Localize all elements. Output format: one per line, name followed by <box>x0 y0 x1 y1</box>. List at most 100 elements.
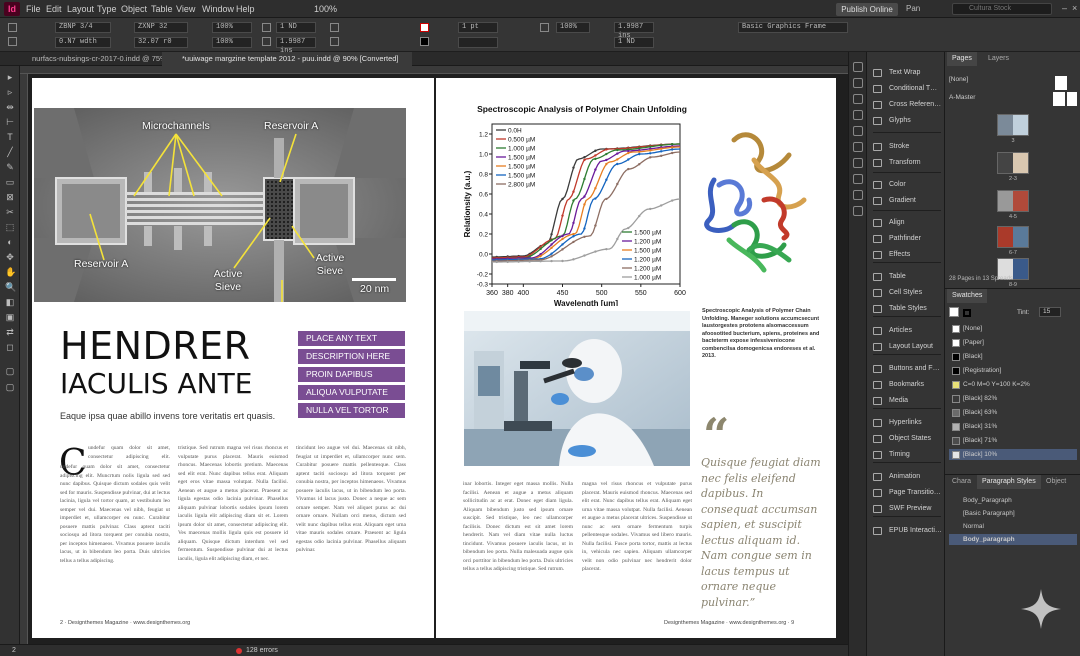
tab-object-styles[interactable]: Object <box>1041 475 1071 489</box>
stroke-weight-field[interactable]: 1 pt <box>458 22 498 33</box>
rotate-icon[interactable] <box>262 23 271 32</box>
dock-button-icon[interactable] <box>853 174 863 184</box>
direct-selection-tool-icon[interactable]: ▹ <box>5 87 15 97</box>
headline-line-2[interactable]: IACULIS ANTE <box>60 368 252 400</box>
paragraph-style-row[interactable]: [Basic Paragraph] <box>949 508 1077 519</box>
panel-gradient[interactable]: Gradient <box>873 194 945 208</box>
panel-hyperlinks[interactable]: Hyperlinks <box>873 416 945 430</box>
swatch-row[interactable]: [Black] 10% <box>949 449 1077 460</box>
screen-mode-icon[interactable]: ▢ <box>5 382 15 392</box>
publish-online-button[interactable]: Publish Online <box>836 3 898 16</box>
paragraph-style-row[interactable]: Body_Paragraph <box>949 495 1077 506</box>
panel-transform[interactable]: Transform <box>873 156 945 170</box>
panel-pathfinder[interactable]: Pathfinder <box>873 232 945 246</box>
paragraph-style-row[interactable]: Body_paragraph <box>949 534 1077 545</box>
panel-table-styles[interactable]: Table Styles <box>873 302 945 316</box>
right-body-column-1[interactable]: inar lobortis. Integer eget massa mollis… <box>463 480 573 598</box>
page-number-field[interactable]: 2 <box>12 647 16 654</box>
panel-articles[interactable]: Articles <box>873 324 945 338</box>
sem-micrograph-image[interactable]: Microchannels Reservoir A Reservoir A Ac… <box>34 108 406 302</box>
menu-layout[interactable]: Layout <box>67 4 94 14</box>
fill-box-icon[interactable] <box>949 307 959 317</box>
body-column-2[interactable]: tristique. Sed rutrum magna vel risus rh… <box>178 444 288 595</box>
swatch-row[interactable]: [Black] 82% <box>949 393 1077 404</box>
panel-color[interactable]: Color <box>873 178 945 192</box>
purple-label-bar[interactable]: NULLA VEL TORTOR <box>298 403 405 418</box>
menu-table[interactable]: Table <box>151 4 173 14</box>
body-column-1-top[interactable]: undefur quam dolor sit amet, consectetur… <box>88 444 170 462</box>
tab-document-2[interactable]: *uuiwage margzine template 2012 - puu.in… <box>162 52 412 66</box>
dock-button-icon[interactable] <box>853 62 863 72</box>
tab-pages[interactable]: Pages <box>947 52 977 66</box>
page-tool-icon[interactable]: ⊢ <box>5 117 15 127</box>
flip-horizontal-icon[interactable] <box>330 23 339 32</box>
menu-edit[interactable]: Edit <box>46 4 62 14</box>
panel-object-states[interactable]: Object States <box>873 432 945 446</box>
panel-bookmarks[interactable]: Bookmarks <box>873 378 945 392</box>
paragraph-style-row[interactable]: Normal <box>949 521 1077 532</box>
spacing2-field[interactable]: 1 ND <box>614 37 654 48</box>
swatch-row[interactable]: [Paper] <box>949 337 1077 348</box>
panel-swf-preview[interactable]: SWF Preview <box>873 502 945 516</box>
dock-button-icon[interactable] <box>853 110 863 120</box>
body-column-1[interactable]: undefur quam dolor sit amet, consectetur… <box>60 463 170 595</box>
swatch-row[interactable]: C=0 M=0 Y=100 K=2% <box>949 379 1077 390</box>
spacing-field[interactable]: 1.9987 ins <box>614 22 654 40</box>
subheadline[interactable]: Eaque ipsa quae abillo invens tore verit… <box>60 411 275 421</box>
x-position-field[interactable]: ZBNP 3/4 <box>55 22 111 33</box>
width-field[interactable]: ZXNP 32 <box>134 22 188 33</box>
menu-window[interactable]: Window <box>202 4 234 14</box>
flip-vertical-icon[interactable] <box>330 37 339 46</box>
spectroscopy-chart[interactable]: Spectroscopic Analysis of Polymer Chain … <box>462 104 702 306</box>
fx-icon[interactable] <box>540 23 549 32</box>
panel-timing[interactable]: Timing <box>873 448 945 462</box>
preflight-status[interactable]: 128 errors <box>246 647 278 654</box>
dock-button-icon[interactable] <box>853 142 863 152</box>
purple-label-bar[interactable]: DESCRIPTION HERE <box>298 349 405 364</box>
dock-button-icon[interactable] <box>853 126 863 136</box>
menu-object[interactable]: Object <box>121 4 147 14</box>
line-tool-icon[interactable]: ╱ <box>5 147 15 157</box>
dock-button-icon[interactable] <box>853 206 863 216</box>
rectangle-tool-icon[interactable]: ✂ <box>5 207 15 217</box>
menu-view[interactable]: View <box>176 4 195 14</box>
shear-field[interactable]: 1.9987 ins <box>276 37 316 55</box>
stroke-swatch-icon[interactable] <box>420 37 429 46</box>
purple-label-bar[interactable]: ALIQUA VULPUTATE <box>298 385 405 400</box>
preflight-error-icon[interactable] <box>236 648 242 654</box>
panel-buttons[interactable]: Buttons and F… <box>873 362 945 376</box>
swatch-row[interactable]: [Black] 71% <box>949 435 1077 446</box>
tab-layers[interactable]: Layers <box>983 52 1014 66</box>
tint-field[interactable]: 15 <box>1039 307 1061 317</box>
opacity-field[interactable]: 100% <box>556 22 590 33</box>
page-spread-thumbnail[interactable] <box>997 152 1029 174</box>
tab-document-1[interactable]: nurfacs-nubsings-cr-2017-0.indd @ 75% <box>12 52 162 66</box>
master-thumb-3[interactable] <box>1067 92 1077 106</box>
stroke-type-field[interactable] <box>458 37 498 48</box>
fill-stroke-icon[interactable]: ⇄ <box>5 327 15 337</box>
shear-icon[interactable] <box>262 37 271 46</box>
close-icon[interactable]: × <box>1072 3 1077 13</box>
tab-paragraph-styles[interactable]: Paragraph Styles <box>977 475 1041 489</box>
panel-glyphs[interactable]: Glyphs <box>873 114 945 128</box>
swatch-row[interactable]: [Black] <box>949 351 1077 362</box>
tab-character-styles[interactable]: Chara <box>947 475 976 489</box>
right-body-column-2[interactable]: magna vel risus rhoncus et vulputate pur… <box>582 480 692 598</box>
pen-tool-icon[interactable]: ✎ <box>5 162 15 172</box>
gap-tool-icon[interactable]: ⇹ <box>5 102 15 112</box>
body-column-3[interactable]: tincidunt leo augue vel dui. Maecenas si… <box>296 444 406 595</box>
pull-quote[interactable]: Quisque feugiat diam nec felis eleifend … <box>701 455 821 610</box>
fill-swatch-icon[interactable] <box>420 23 429 32</box>
page-spread-thumbnail[interactable] <box>997 190 1029 212</box>
selection-tool-icon[interactable]: ▸ <box>5 72 15 82</box>
panel-align[interactable]: Align <box>873 216 945 230</box>
constrain-icon[interactable] <box>8 37 17 46</box>
note-tool-icon[interactable]: ✋ <box>5 267 16 277</box>
scissors-tool-icon[interactable]: ⬚ <box>5 222 15 232</box>
frame-type-dropdown[interactable]: Basic Graphics Frame <box>738 22 848 33</box>
minimize-icon[interactable]: – <box>1062 3 1067 13</box>
gradient-tool-icon[interactable]: ✥ <box>5 252 15 262</box>
workspace-switcher[interactable]: Pan <box>906 4 920 13</box>
pencil-tool-icon[interactable]: ▭ <box>5 177 15 187</box>
dock-button-icon[interactable] <box>853 158 863 168</box>
